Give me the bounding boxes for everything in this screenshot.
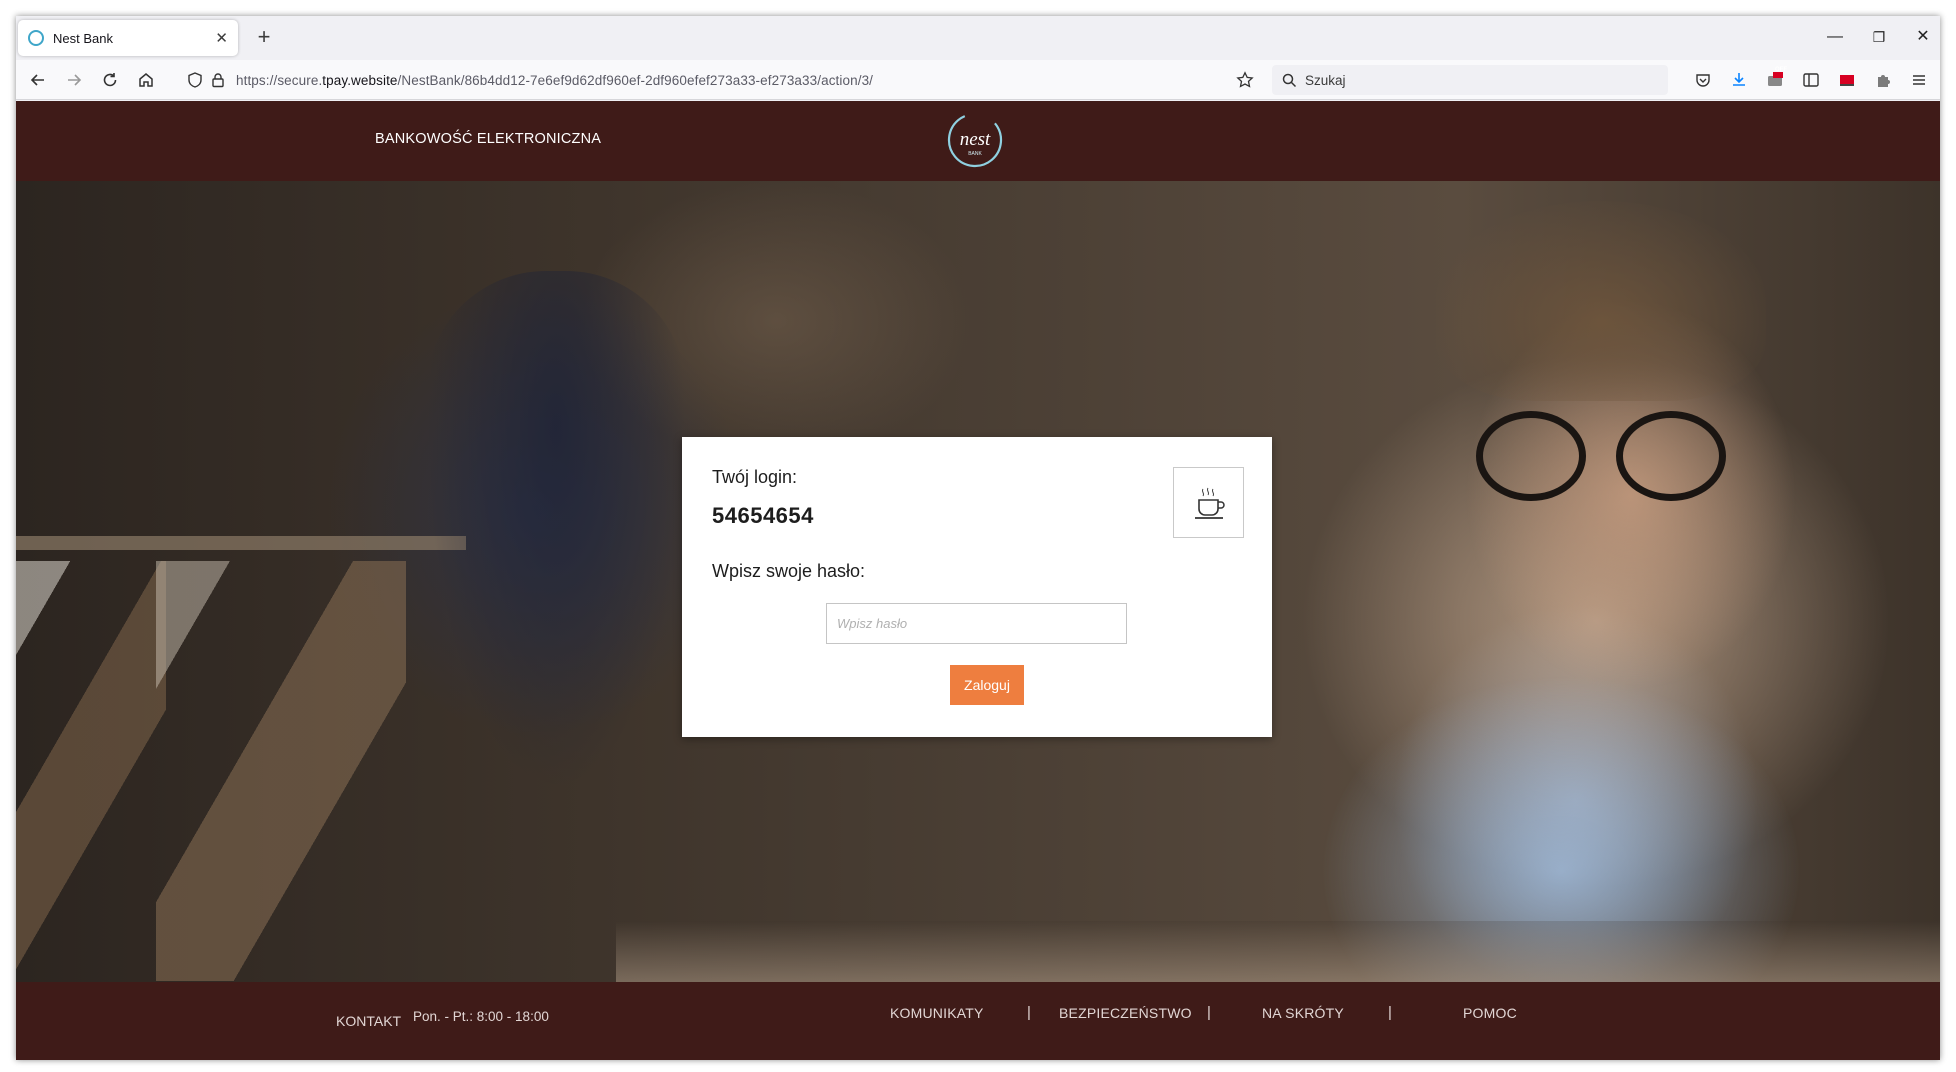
search-icon bbox=[1282, 73, 1297, 87]
background-chevron-2 bbox=[156, 561, 406, 981]
home-icon bbox=[139, 73, 153, 87]
close-tab-icon[interactable]: ✕ bbox=[215, 29, 228, 47]
back-arrow-icon bbox=[30, 74, 44, 86]
bookmark-star-icon[interactable] bbox=[1236, 71, 1254, 89]
background-chevron-1 bbox=[16, 561, 166, 981]
search-bar[interactable]: Szukaj bbox=[1272, 65, 1668, 95]
footer-separator: | bbox=[1207, 1004, 1211, 1021]
extension-flag-button[interactable] bbox=[1834, 67, 1860, 93]
foreground-glasses-left bbox=[1476, 411, 1586, 501]
address-bar[interactable]: https://secure.tpay.website/NestBank/86b… bbox=[180, 65, 1262, 95]
puzzle-icon bbox=[1878, 75, 1890, 87]
login-value: 54654654 bbox=[712, 503, 814, 528]
background-person bbox=[426, 271, 686, 791]
url-prefix: https://secure. bbox=[236, 72, 323, 88]
sidebar-icon bbox=[1803, 73, 1819, 87]
forward-button[interactable] bbox=[61, 67, 87, 93]
hamburger-menu-icon bbox=[1913, 75, 1925, 85]
pocket-button[interactable] bbox=[1690, 67, 1716, 93]
extensions-button[interactable] bbox=[1870, 67, 1896, 93]
password-input[interactable] bbox=[826, 603, 1127, 644]
tab-strip: Nest Bank ✕ + — ❐ ✕ bbox=[16, 16, 1940, 60]
reload-button[interactable] bbox=[97, 67, 123, 93]
menu-button[interactable] bbox=[1906, 67, 1932, 93]
site-header: BANKOWOŚĆ ELEKTRONICZNA nest BANK bbox=[16, 101, 1940, 181]
extension-badge: OFF bbox=[1775, 67, 1787, 73]
footer-hours: Pon. - Pt.: 8:00 - 18:00 bbox=[413, 1009, 549, 1024]
new-tab-button[interactable]: + bbox=[250, 24, 278, 52]
reload-icon bbox=[103, 73, 117, 87]
logo-subtext: BANK bbox=[968, 151, 982, 157]
url-path: /NestBank/86b4dd12-7e6ef9d62df960ef-2df9… bbox=[397, 72, 874, 88]
footer-contact-label[interactable]: KONTAKT bbox=[336, 1013, 401, 1029]
security-image bbox=[1173, 467, 1244, 538]
foreground-laptop-edge bbox=[616, 921, 1940, 982]
flag-icon bbox=[1840, 75, 1854, 86]
footer-link-pomoc[interactable]: POMOC bbox=[1463, 1005, 1517, 1021]
tab-title: Nest Bank bbox=[53, 30, 113, 46]
web-page: BANKOWOŚĆ ELEKTRONICZNA nest BANK Twój l… bbox=[16, 101, 1940, 1060]
download-icon bbox=[1733, 73, 1745, 86]
nest-bank-logo[interactable]: nest BANK bbox=[946, 111, 1004, 169]
footer-link-bezpieczenstwo[interactable]: BEZPIECZEŃSTWO bbox=[1059, 1005, 1192, 1021]
footer-link-komunikaty[interactable]: KOMUNIKATY bbox=[890, 1005, 984, 1021]
url-domain: tpay.website bbox=[322, 72, 398, 88]
login-button[interactable]: Zaloguj bbox=[950, 665, 1024, 705]
minimize-window-button[interactable]: — bbox=[1820, 24, 1850, 50]
navigation-toolbar: https://secure.tpay.website/NestBank/86b… bbox=[16, 60, 1940, 100]
foreground-glasses-right bbox=[1616, 411, 1726, 501]
home-button[interactable] bbox=[133, 67, 159, 93]
footer-link-na-skroty[interactable]: NA SKRÓTY bbox=[1262, 1005, 1344, 1021]
login-label: Twój login: bbox=[712, 467, 798, 487]
browser-window: Nest Bank ✕ + — ❐ ✕ https://secure.tpay.… bbox=[16, 16, 1940, 1060]
browser-tab[interactable]: Nest Bank ✕ bbox=[18, 20, 238, 56]
tracking-protection-shield-icon[interactable] bbox=[186, 71, 204, 89]
sidebar-button[interactable] bbox=[1798, 67, 1824, 93]
lock-icon[interactable] bbox=[210, 72, 226, 88]
header-title[interactable]: BANKOWOŚĆ ELEKTRONICZNA bbox=[375, 131, 601, 147]
favicon-icon bbox=[28, 30, 44, 46]
extension-off-icon bbox=[1768, 72, 1783, 86]
footer-separator: | bbox=[1027, 1004, 1031, 1021]
search-placeholder: Szukaj bbox=[1305, 72, 1346, 88]
password-label: Wpisz swoje hasło: bbox=[712, 561, 866, 581]
foreground-hair bbox=[1436, 201, 1766, 401]
site-footer: KONTAKT Pon. - Pt.: 8:00 - 18:00 KOMUNIK… bbox=[16, 982, 1940, 1060]
downloads-button[interactable] bbox=[1726, 67, 1752, 93]
background-counter bbox=[16, 536, 466, 550]
extension-off-button[interactable]: OFF bbox=[1762, 67, 1788, 93]
login-card: Twój login: 54654654 Wpisz swoje hasło: … bbox=[682, 437, 1272, 737]
back-button[interactable] bbox=[25, 67, 51, 93]
forward-arrow-icon bbox=[68, 74, 82, 86]
footer-separator: | bbox=[1388, 1004, 1392, 1021]
pocket-icon bbox=[1696, 74, 1710, 87]
close-window-button[interactable]: ✕ bbox=[1908, 24, 1938, 50]
logo-text: nest bbox=[960, 129, 991, 150]
url-text: https://secure.tpay.website/NestBank/86b… bbox=[236, 73, 873, 88]
restore-window-button[interactable]: ❐ bbox=[1864, 24, 1894, 50]
coffee-cup-icon bbox=[1194, 487, 1225, 519]
hero-background-photo: Twój login: 54654654 Wpisz swoje hasło: … bbox=[16, 181, 1940, 991]
